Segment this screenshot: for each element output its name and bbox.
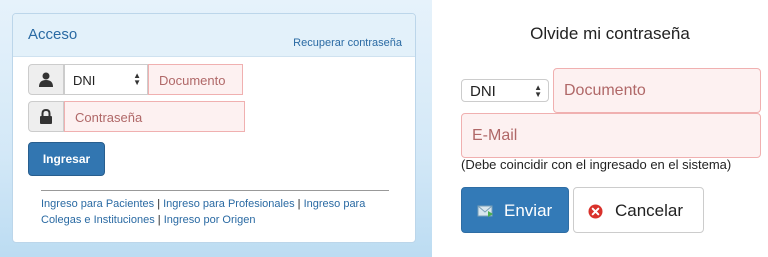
forgot-document-input[interactable]: Documento [553, 68, 761, 113]
cancel-circle-icon [588, 204, 603, 219]
link-separator: | [157, 198, 161, 210]
link-profesionales[interactable]: Ingreso para Profesionales [163, 198, 294, 210]
login-links: Ingreso para Pacientes | Ingreso para Pr… [41, 196, 391, 228]
forgot-email-input[interactable]: E-Mail [461, 113, 761, 158]
ingresar-button[interactable]: Ingresar [28, 142, 105, 176]
link-separator: | [297, 198, 301, 210]
enviar-label: Enviar [504, 201, 553, 220]
cancelar-label: Cancelar [615, 201, 684, 220]
select-arrows-icon: ▲ ▼ [534, 83, 542, 99]
lock-icon [40, 109, 52, 124]
enviar-button[interactable]: Enviar [461, 187, 569, 233]
envelope-send-icon [477, 205, 493, 217]
forgot-doc-type-value: DNI [470, 83, 496, 100]
divider [41, 190, 389, 191]
link-origen[interactable]: Ingreso por Origen [164, 214, 256, 226]
login-document-input[interactable]: Documento [148, 64, 243, 95]
login-document-placeholder: Documento [159, 73, 226, 88]
login-password-input[interactable]: Contraseña [64, 101, 245, 132]
select-arrows-icon: ▲ ▼ [133, 71, 141, 87]
login-title: Acceso [28, 26, 78, 43]
forgot-email-placeholder: E-Mail [472, 127, 518, 144]
link-pacientes[interactable]: Ingreso para Pacientes [41, 198, 154, 210]
user-icon [39, 72, 53, 87]
login-doc-type-select[interactable]: DNI ▲ ▼ [64, 64, 148, 95]
link-separator: | [157, 214, 161, 226]
login-panel: Acceso Recuperar contraseña DNI ▲ ▼ Docum… [12, 13, 416, 243]
cancelar-button[interactable]: Cancelar [573, 187, 704, 233]
forgot-doc-type-select[interactable]: DNI ▲ ▼ [461, 79, 549, 102]
forgot-password-title: Olvide mi contraseña [530, 24, 690, 43]
email-note: (Debe coincidir con el ingresado en el s… [461, 157, 732, 172]
login-panel-heading: Acceso Recuperar contraseña [13, 14, 415, 57]
lock-addon [28, 101, 64, 132]
forgot-document-placeholder: Documento [564, 82, 646, 99]
recover-password-link[interactable]: Recuperar contraseña [293, 37, 402, 49]
user-addon [28, 64, 64, 95]
login-password-placeholder: Contraseña [75, 110, 143, 125]
login-doc-type-value: DNI [73, 73, 96, 88]
